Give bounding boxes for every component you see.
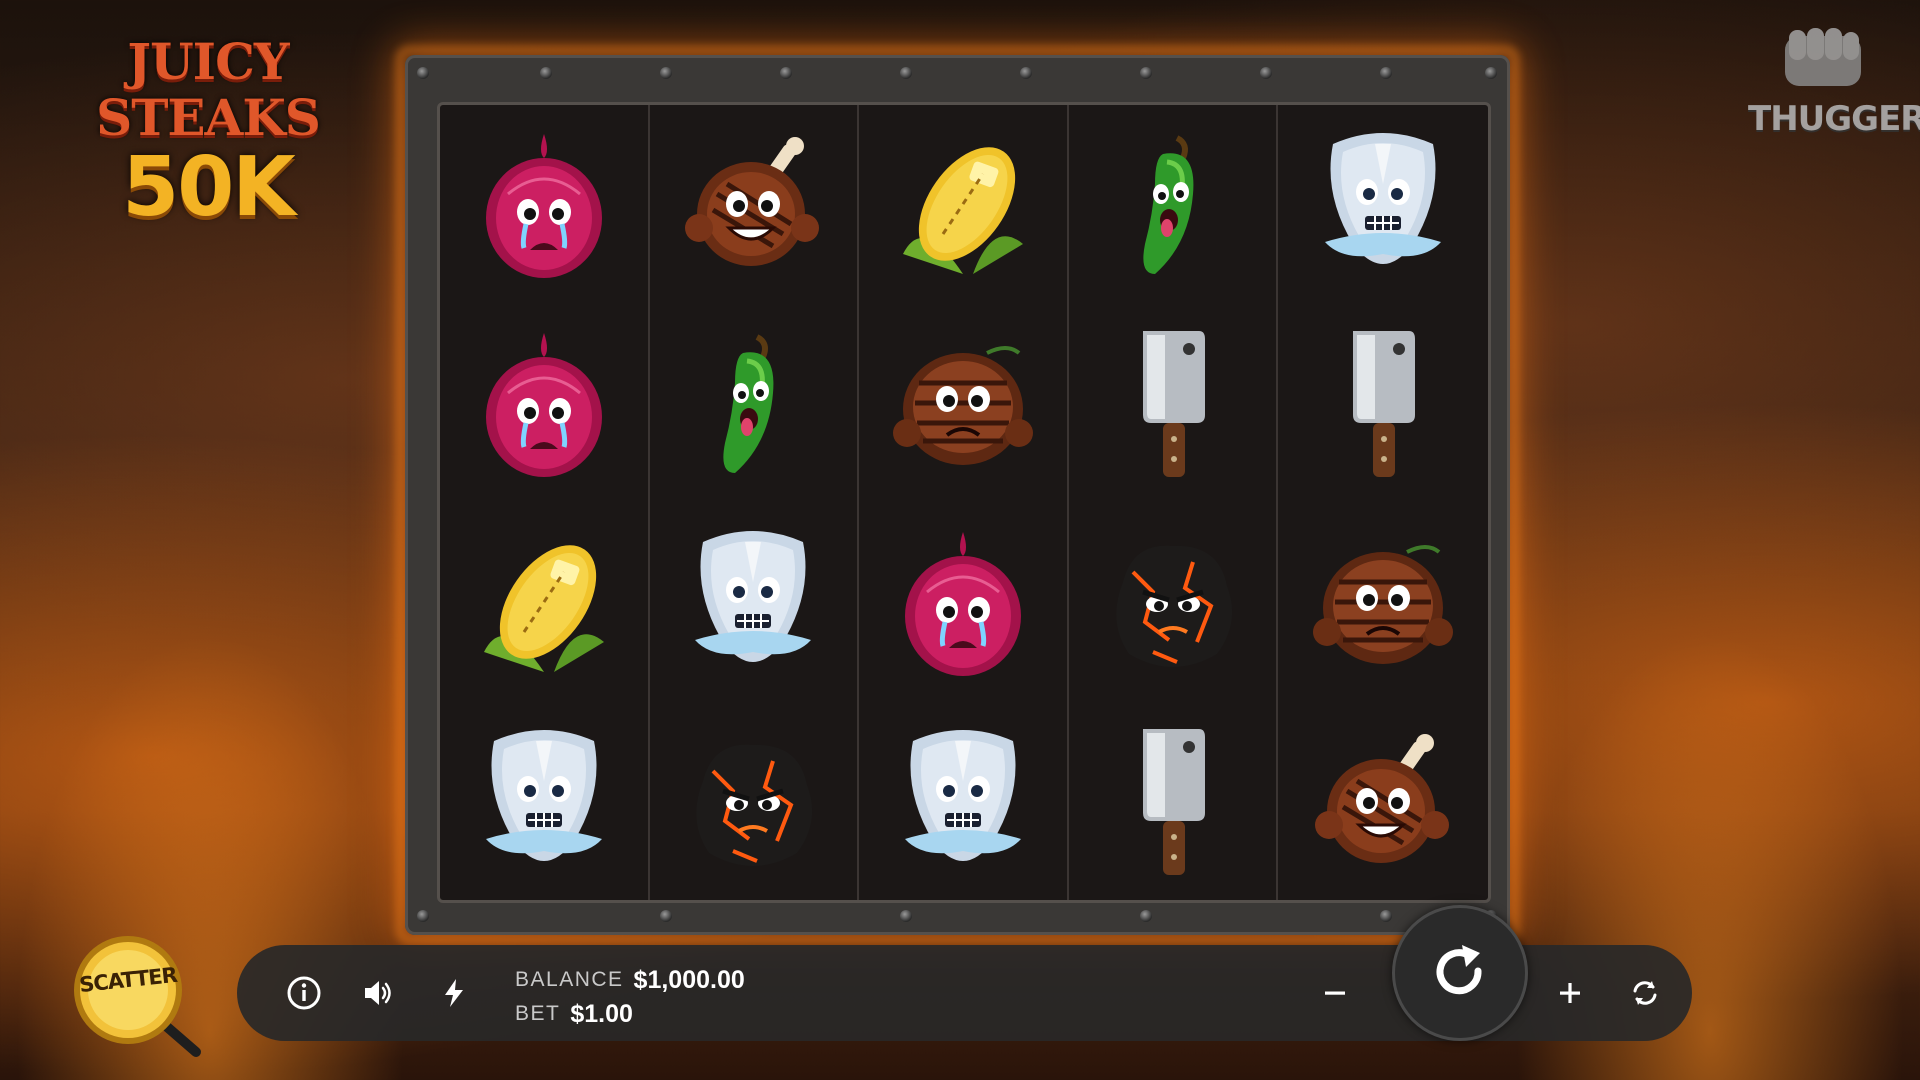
reel-4: [1069, 105, 1279, 900]
provider-logo: THUGGER: [1748, 24, 1920, 154]
grilled-steak-worried-icon: [892, 346, 1033, 466]
reel-cell: [859, 701, 1067, 900]
reel-5: [1278, 105, 1488, 900]
lava-coal-icon: [1115, 545, 1232, 667]
red-onion-crying-icon: [485, 134, 602, 279]
rivet: [540, 67, 552, 79]
rivet: [417, 910, 429, 922]
frozen-steak-icon: [1325, 133, 1442, 265]
bet-label: BET: [515, 1002, 561, 1025]
spin-button[interactable]: [1392, 905, 1528, 1041]
balance-bet-panel: BALANCE $1,000.00 BET $1.00: [515, 963, 745, 1031]
reel-grid: [437, 102, 1491, 903]
rivet: [1140, 910, 1152, 922]
bet-row: BET $1.00: [515, 997, 745, 1031]
reel-cell: [1278, 701, 1488, 900]
bet-value: $1.00: [570, 999, 633, 1028]
reel-cell: [1069, 701, 1277, 900]
reel-cell: [1278, 105, 1488, 304]
reel-cell: [1069, 503, 1277, 702]
info-icon: [287, 976, 321, 1010]
corn-cob-icon: [902, 147, 1023, 275]
reel-cell: [859, 304, 1067, 503]
reel-cell: [440, 701, 648, 900]
turbo-button[interactable]: [426, 965, 482, 1021]
autoplay-button[interactable]: [1617, 965, 1673, 1021]
minus-icon: [1325, 991, 1345, 995]
frozen-steak-icon: [695, 530, 812, 662]
provider-name: THUGGER: [1748, 99, 1920, 139]
increase-bet-button[interactable]: [1542, 965, 1598, 1021]
rivet: [660, 67, 672, 79]
reel-cell: [440, 105, 648, 304]
rivet: [1380, 67, 1392, 79]
rivet: [1380, 910, 1392, 922]
corn-cob-icon: [483, 545, 604, 672]
reel-2: [650, 105, 860, 900]
rivet: [900, 910, 912, 922]
frozen-steak-icon: [485, 729, 602, 861]
reel-cell: [440, 304, 648, 503]
reel-cell: [650, 701, 858, 900]
meat-cleaver-icon: [1142, 728, 1205, 875]
rivet: [1485, 67, 1497, 79]
reel-cell: [859, 105, 1067, 304]
reel-1: [440, 105, 650, 900]
fist-icon: [1785, 28, 1861, 86]
reel-cell: [650, 304, 858, 503]
spin-arrow-icon: [1436, 945, 1482, 995]
balance-value: $1,000.00: [633, 965, 745, 994]
reel-cell: [1069, 304, 1277, 503]
rivet: [1260, 67, 1272, 79]
reel-cell: [1069, 105, 1277, 304]
frozen-steak-icon: [904, 729, 1021, 861]
reel-cell: [440, 503, 648, 702]
red-onion-crying-icon: [904, 531, 1021, 676]
frying-pan-icon: [74, 936, 201, 1057]
rivet: [417, 67, 429, 79]
rivet: [1140, 67, 1152, 79]
rivet: [780, 67, 792, 79]
logo-title: JUICY STEAKS: [96, 32, 321, 147]
tbone-steak-grinning-icon: [685, 137, 820, 267]
jalapeno-pepper-icon: [1142, 135, 1194, 275]
info-button[interactable]: [276, 965, 332, 1021]
game-logo: JUICY STEAKS 50K: [58, 32, 358, 230]
scatter-info-button[interactable]: SCATTER: [68, 934, 208, 1060]
reel-cell: [1278, 304, 1488, 503]
logo-subtitle: 50K: [122, 140, 296, 235]
sound-button[interactable]: [351, 965, 407, 1021]
balance-label: BALANCE: [515, 968, 624, 991]
reel-cell: [1278, 503, 1488, 702]
lightning-icon: [445, 979, 463, 1007]
reel-cell: [650, 105, 858, 304]
rivet: [660, 910, 672, 922]
reel-cell: [650, 503, 858, 702]
meat-cleaver-icon: [1142, 331, 1205, 478]
rivet: [900, 67, 912, 79]
plus-icon: [1560, 983, 1580, 1003]
decrease-bet-button[interactable]: [1307, 965, 1363, 1021]
jalapeno-pepper-icon: [723, 334, 774, 474]
grilled-steak-worried-icon: [1313, 544, 1454, 664]
speaker-icon: [365, 981, 391, 1005]
rivet: [1020, 67, 1032, 79]
reel-3: [859, 105, 1069, 900]
reel-cell: [859, 503, 1067, 702]
autoplay-icon: [1633, 981, 1657, 1005]
tbone-steak-grinning-icon: [1315, 733, 1450, 863]
lava-coal-icon: [696, 744, 813, 866]
meat-cleaver-icon: [1353, 331, 1416, 478]
balance-row: BALANCE $1,000.00: [515, 963, 745, 997]
red-onion-crying-icon: [485, 333, 602, 478]
